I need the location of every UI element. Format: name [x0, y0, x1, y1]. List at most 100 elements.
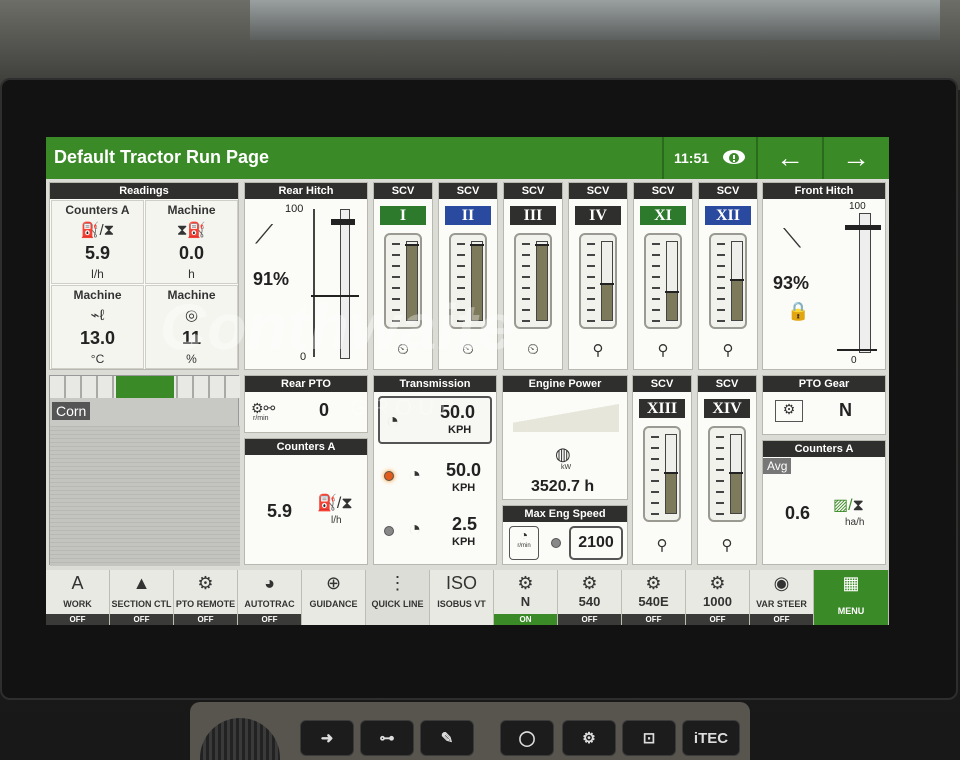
- hw-button-1[interactable]: ➜: [300, 720, 354, 756]
- scv-number: XIV: [704, 399, 750, 418]
- shortcut-label: MENU: [837, 606, 865, 616]
- reading-cell[interactable]: Machine ⌁ℓ 13.0 °C: [51, 285, 144, 369]
- gauge-tick: [652, 309, 660, 311]
- shortcut-autotrac[interactable]: ◕ AUTOTRAC OFF: [238, 570, 302, 625]
- scv-panel-xi[interactable]: SCV XI ⚲: [633, 182, 693, 370]
- rear-hitch-panel[interactable]: Rear Hitch ⟋ 91% 100 0: [244, 182, 368, 370]
- shortcut-icon: A: [71, 573, 84, 593]
- scv-panel-iii[interactable]: SCV III ⏲: [503, 182, 563, 370]
- timer-icon[interactable]: ⏲: [374, 341, 432, 358]
- engine-speed-icon[interactable]: ◔ r/min: [509, 526, 539, 560]
- hw-button-3[interactable]: ✎: [420, 720, 474, 756]
- reading-value: 5.9: [84, 243, 111, 263]
- shortcut-label: 540: [578, 594, 601, 609]
- hw-button-4[interactable]: ◯: [500, 720, 554, 756]
- scv-flow-gauge[interactable]: [709, 233, 747, 329]
- float-mode-icon[interactable]: ⚲: [633, 536, 691, 554]
- counters-a-panel[interactable]: Counters A 5.9 ⛽/⧗ l/h: [244, 438, 368, 565]
- clock: 11:51: [674, 150, 710, 166]
- gauge-tick: [457, 243, 465, 245]
- scv-flow-gauge[interactable]: [708, 426, 746, 522]
- front-hitch-percent: 93%: [773, 273, 810, 293]
- active-sections: [116, 376, 174, 398]
- hours-icon: ⧗⛽: [176, 222, 207, 239]
- scv-flow-gauge[interactable]: [579, 233, 617, 329]
- scv-number: III: [510, 206, 556, 225]
- speedometer-2-icon[interactable]: ◔: [408, 462, 421, 488]
- max-eng-speed-panel[interactable]: Max Eng Speed ◔ r/min 2100: [502, 505, 628, 565]
- float-mode-icon[interactable]: ⚲: [634, 341, 692, 359]
- hw-button-5[interactable]: ⚙: [562, 720, 616, 756]
- scv-panel-iv[interactable]: SCV IV ⚲: [568, 182, 628, 370]
- shortcut-quick-line[interactable]: ⋮ QUICK LINE: [366, 570, 430, 625]
- gauge-tick: [587, 320, 595, 322]
- max-eng-speed-value[interactable]: 2100: [569, 526, 623, 560]
- gauge-tick: [652, 298, 660, 300]
- gauge-tick: [522, 265, 530, 267]
- scv-flow-gauge[interactable]: [384, 233, 422, 329]
- shortcut-icon: ▲: [132, 573, 151, 593]
- reading-cell[interactable]: Machine ⧗⛽ 0.0 h: [145, 200, 238, 284]
- scv-panel-xiv[interactable]: SCV XIV ⚲: [697, 375, 757, 565]
- gauge-marker: [664, 472, 678, 474]
- hw-button-6[interactable]: ⊡: [622, 720, 676, 756]
- shortcut-540[interactable]: ⚙ 540 OFF: [558, 570, 622, 625]
- hitch-setpoint-marker[interactable]: [331, 219, 355, 225]
- shortcut-state: OFF: [46, 614, 109, 625]
- lock-icon[interactable]: 🔒: [787, 301, 809, 322]
- shortcut-540e[interactable]: ⚙ 540E OFF: [622, 570, 686, 625]
- gauge-tick: [457, 287, 465, 289]
- readings-panel[interactable]: Readings Counters A ⛽/⧗ 5.9 l/h Machine …: [49, 182, 239, 370]
- hitch-setpoint-marker[interactable]: [845, 225, 881, 230]
- float-mode-icon[interactable]: ⚲: [699, 341, 757, 359]
- back-arrow-icon[interactable]: ←: [760, 141, 820, 175]
- float-mode-icon[interactable]: ⚲: [569, 341, 627, 359]
- shortcut-section-ctl[interactable]: ▲ SECTION CTL OFF: [110, 570, 174, 625]
- rear-pto-value: 0: [319, 400, 330, 420]
- timer-icon[interactable]: ⏲: [439, 341, 497, 358]
- counters-a-avg-panel[interactable]: Counters A Avg 0.6 ▨/⧗ ha/h: [762, 440, 886, 565]
- reading-unit: °C: [90, 352, 105, 366]
- hitch-scale: [313, 209, 325, 357]
- shortcut-state: OFF: [750, 614, 813, 625]
- float-mode-icon[interactable]: ⚲: [698, 536, 756, 554]
- front-hitch-panel[interactable]: Front Hitch 100 ⟍ 93% 🔒 0: [762, 182, 886, 370]
- itec-button[interactable]: iTEC: [682, 720, 740, 756]
- cloud-alert-icon[interactable]: [722, 146, 746, 168]
- shortcut-var-steer[interactable]: ◉ VAR STEER OFF: [750, 570, 814, 625]
- scv-flow-gauge[interactable]: [514, 233, 552, 329]
- scv-flow-gauge[interactable]: [644, 233, 682, 329]
- shortcut-state: OFF: [110, 614, 173, 625]
- shortcut-isobus-vt[interactable]: ISO ISOBUS VT: [430, 570, 494, 625]
- shortcut-menu[interactable]: ▦ MENU: [814, 570, 889, 625]
- scv-flow-gauge[interactable]: [449, 233, 487, 329]
- shortcut-guidance[interactable]: ⊕ GUIDANCE: [302, 570, 366, 625]
- timer-icon[interactable]: ⏲: [504, 341, 562, 358]
- shortcut-work[interactable]: A WORK OFF: [46, 570, 110, 625]
- reading-label: Machine: [73, 288, 122, 302]
- forward-arrow-icon[interactable]: →: [826, 141, 886, 175]
- reading-cell[interactable]: Machine ◎ 11 %: [145, 285, 238, 369]
- watermark-subtext: GROUP: [350, 395, 461, 420]
- scv-panel-xiii[interactable]: SCV XIII ⚲: [632, 375, 692, 565]
- reading-cell[interactable]: Counters A ⛽/⧗ 5.9 l/h: [51, 200, 144, 284]
- speedometer-1-icon[interactable]: ◔: [408, 516, 421, 542]
- scv-panel-i[interactable]: SCV I ⏲: [373, 182, 433, 370]
- hw-button-2[interactable]: ⊶: [360, 720, 414, 756]
- field-map-panel[interactable]: Corn: [49, 375, 240, 566]
- gauge-tick: [717, 243, 725, 245]
- scv-panel-xii[interactable]: SCV XII ⚲: [698, 182, 758, 370]
- gauge-tick: [716, 502, 724, 504]
- gauge-tick: [717, 298, 725, 300]
- shortcut-pto-remote[interactable]: ⚙ PTO REMOTE OFF: [174, 570, 238, 625]
- engine-power-panel[interactable]: Engine Power ◍ kW 3520.7 h: [502, 375, 628, 500]
- pto-gear-panel[interactable]: PTO Gear ⚙ N: [762, 375, 886, 435]
- scv-flow-gauge[interactable]: [643, 426, 681, 522]
- shortcut-n[interactable]: ⚙ N ON: [494, 570, 558, 625]
- map-canvas[interactable]: [50, 426, 240, 566]
- scv-panel-ii[interactable]: SCV II ⏲: [438, 182, 498, 370]
- photo-scene: ➜ ⊶ ✎ ◯ ⚙ ⊡ iTEC Default Tractor Run Pag…: [0, 0, 960, 760]
- range-1-speed: 2.5: [452, 514, 478, 534]
- engine-hours: 3520.7 h: [531, 478, 595, 495]
- shortcut-1000[interactable]: ⚙ 1000 OFF: [686, 570, 750, 625]
